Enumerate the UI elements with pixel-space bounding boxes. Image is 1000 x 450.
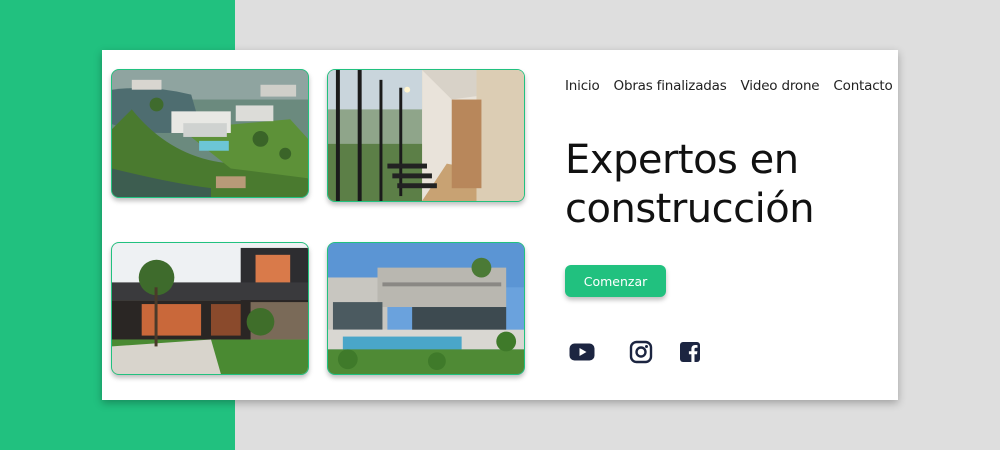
youtube-icon[interactable]: [569, 340, 595, 364]
nav-link-inicio[interactable]: Inicio: [565, 78, 600, 94]
facebook-icon[interactable]: [677, 340, 703, 364]
nav-link-contacto[interactable]: Contacto: [833, 78, 892, 94]
comenzar-button[interactable]: Comenzar: [565, 265, 666, 297]
nav-link-obras-finalizadas[interactable]: Obras finalizadas: [614, 78, 727, 94]
photo-modern-house-dusk[interactable]: [111, 242, 309, 375]
hero-headline: Expertos en construcción: [565, 136, 885, 234]
instagram-icon[interactable]: [628, 340, 654, 364]
headline-line-1: Expertos en: [565, 137, 799, 183]
photo-aerial-lakeside-house[interactable]: [111, 69, 309, 198]
photo-glass-interior-hallway[interactable]: [327, 69, 525, 202]
headline-line-2: construcción: [565, 186, 815, 232]
photo-house-with-pool[interactable]: [327, 242, 525, 375]
nav-link-video-drone[interactable]: Video drone: [741, 78, 820, 94]
hero-card: Inicio Obras finalizadas Video drone Con…: [102, 50, 898, 400]
main-nav: Inicio Obras finalizadas Video drone Con…: [565, 78, 893, 94]
